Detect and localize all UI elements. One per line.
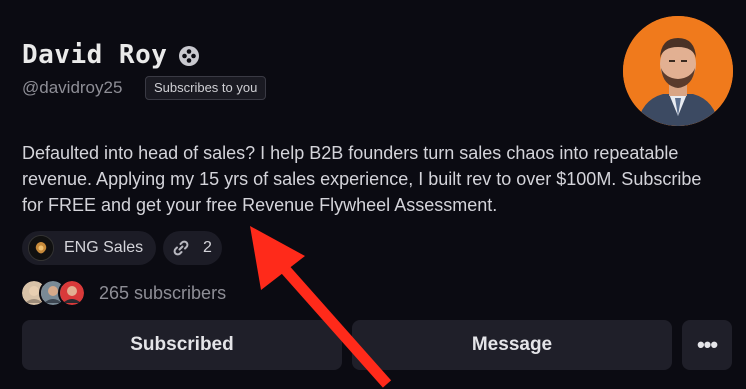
subscriber-count: 265 subscribers: [99, 282, 227, 303]
avatar[interactable]: [623, 16, 733, 126]
subscribers-row[interactable]: 265 subscribers: [20, 279, 227, 307]
more-options-button[interactable]: •••: [682, 320, 732, 370]
profile-handle: @davidroy25: [22, 78, 123, 97]
link-icon: [173, 240, 189, 256]
links-pill[interactable]: 2: [163, 231, 222, 265]
avatar-portrait: [623, 16, 733, 126]
profile-bio: Defaulted into head of sales? I help B2B…: [22, 143, 702, 215]
publication-label: ENG Sales: [64, 239, 144, 256]
publication-logo-icon: [28, 235, 54, 261]
links-count: 2: [203, 239, 212, 256]
publication-pill[interactable]: ENG Sales: [22, 231, 156, 265]
subscribed-button[interactable]: Subscribed: [22, 320, 342, 370]
verified-badge-icon: [179, 46, 199, 66]
profile-name: David Roy: [22, 40, 168, 70]
message-button[interactable]: Message: [352, 320, 672, 370]
subscriber-avatar: [58, 279, 86, 307]
subscribes-to-you-badge: Subscribes to you: [145, 76, 267, 100]
